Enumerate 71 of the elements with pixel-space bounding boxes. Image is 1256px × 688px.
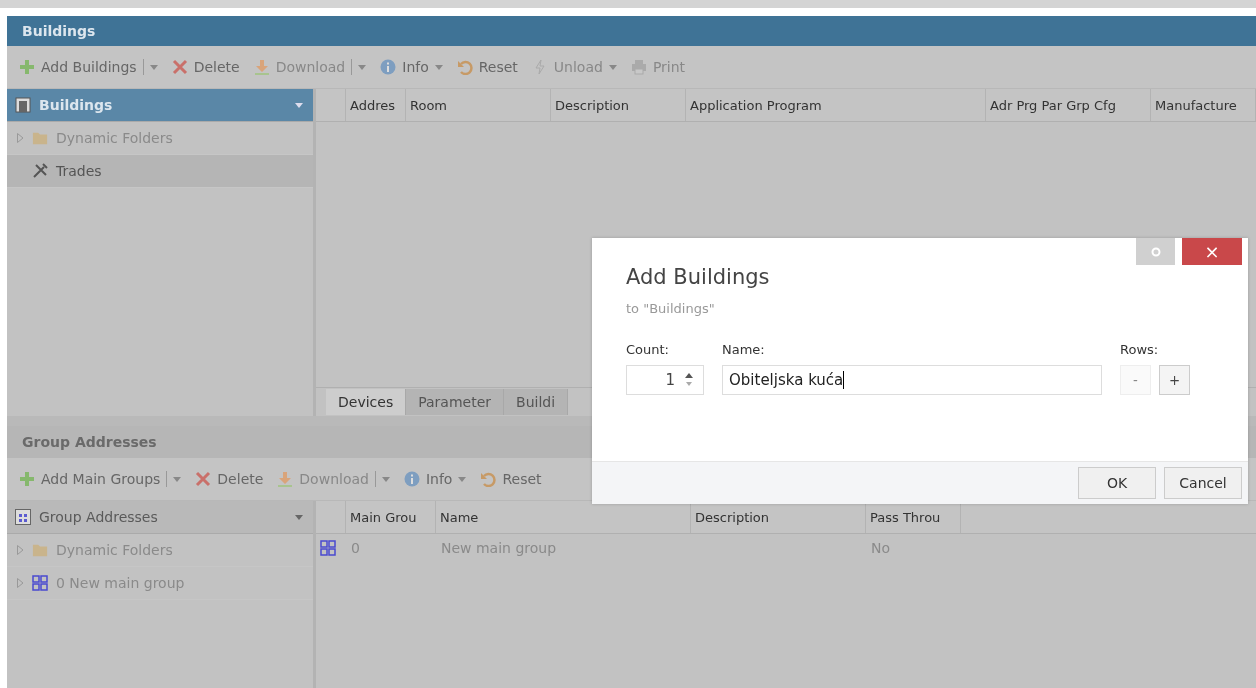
info-icon	[380, 59, 397, 75]
folder-icon	[32, 542, 48, 558]
caret-icon	[295, 102, 303, 108]
column-header[interactable]: Application Program	[686, 89, 986, 121]
add-row-button[interactable]: +	[1159, 365, 1190, 395]
tree-item[interactable]: Dynamic Folders	[7, 534, 313, 567]
tab[interactable]: Parameter	[406, 389, 505, 415]
table-cell: No	[871, 540, 891, 556]
column-header[interactable]: Addres	[346, 89, 406, 121]
caret-icon	[358, 64, 367, 70]
undo-icon	[480, 471, 497, 487]
name-label: Name:	[722, 342, 766, 357]
caret-icon	[173, 476, 182, 482]
panel-title: Buildings	[7, 16, 1256, 46]
close-icon	[171, 59, 188, 75]
grid-icon	[320, 540, 336, 556]
folder-icon	[32, 130, 48, 146]
count-label: Count:	[626, 342, 670, 357]
caret-icon	[608, 64, 617, 70]
dialog-title: Add Buildings	[626, 265, 771, 289]
printer-icon	[630, 59, 647, 75]
toolbar-button[interactable]: Delete	[167, 57, 244, 77]
tree-header[interactable]: Buildings	[7, 89, 313, 122]
column-header[interactable]: Adr Prg Par Grp Cfg	[986, 89, 1151, 121]
toolbar-button[interactable]: Add Main Groups	[15, 469, 186, 489]
cancel-button[interactable]: Cancel	[1164, 467, 1242, 499]
tab[interactable]: Devices	[326, 389, 407, 415]
grid-icon	[15, 509, 31, 525]
ok-button[interactable]: OK	[1078, 467, 1156, 499]
building-icon	[15, 97, 31, 113]
expand-icon[interactable]	[17, 545, 24, 555]
caret-icon	[381, 476, 390, 482]
toolbar-button[interactable]: Info	[376, 57, 447, 77]
grid-icon	[32, 575, 48, 591]
undo-icon	[456, 59, 473, 75]
tree-header[interactable]: Group Addresses	[7, 501, 313, 534]
column-header[interactable]: Manufacture	[1151, 89, 1256, 121]
caret-icon	[434, 64, 443, 70]
rows-label: Rows:	[1120, 342, 1160, 357]
close-button[interactable]: ×	[1182, 238, 1242, 265]
name-field[interactable]: Obiteljska kuća	[722, 365, 1102, 395]
toolbar-button[interactable]: Reset	[476, 469, 546, 489]
tree-item[interactable]: 0 New main group	[7, 567, 313, 600]
toolbar-button[interactable]: Info	[399, 469, 471, 489]
column-header[interactable]: Main Grou	[346, 501, 436, 533]
table-cell: New main group	[441, 540, 557, 556]
spinner-arrows-icon	[685, 372, 693, 388]
toolbar-button[interactable]: Delete	[191, 469, 268, 489]
table-cell: 0	[351, 540, 360, 556]
download-icon	[253, 59, 270, 75]
pin-button[interactable]	[1136, 238, 1175, 265]
count-spinner[interactable]: 1	[626, 365, 704, 395]
toolbar-button[interactable]: Add Buildings	[15, 57, 162, 77]
column-header[interactable]: Description	[551, 89, 686, 121]
tools-icon	[32, 163, 48, 179]
caret-icon	[295, 514, 303, 520]
caret-icon	[149, 64, 158, 70]
tree-item[interactable]: Trades	[7, 155, 313, 188]
expand-icon[interactable]	[17, 133, 24, 143]
plus-icon	[19, 59, 35, 75]
close-icon	[195, 471, 212, 487]
plus-icon	[19, 471, 35, 487]
toolbar-button[interactable]: Reset	[452, 57, 522, 77]
caret-icon	[458, 476, 467, 482]
expand-icon[interactable]	[17, 578, 24, 588]
column-header[interactable]: Room	[406, 89, 551, 121]
tab[interactable]: Buildi	[504, 389, 569, 415]
info-icon	[403, 471, 420, 487]
download-icon	[277, 471, 294, 487]
dialog-subtitle: to "Buildings"	[626, 301, 716, 316]
circle-icon	[1150, 246, 1161, 257]
